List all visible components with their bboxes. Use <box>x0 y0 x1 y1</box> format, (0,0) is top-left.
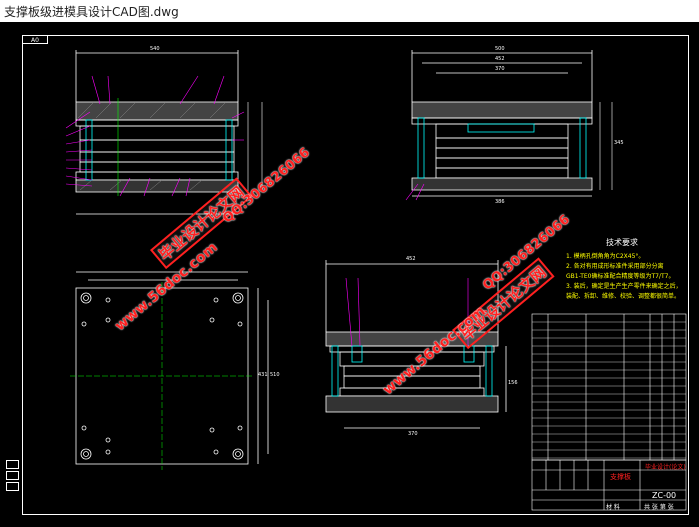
dim-top-right-mid: 452 <box>495 56 505 62</box>
dim-top-right-inner: 370 <box>495 66 505 72</box>
tech-line: GB1-TE0确标准配合精度等级为T7/T7。 <box>566 273 675 280</box>
title-block-drawing-no: ZC-00 <box>652 491 677 500</box>
dim-top-right-outer: 500 <box>495 46 505 52</box>
bom-table <box>531 313 687 461</box>
dim-bottom-right-width: 452 <box>406 256 416 262</box>
dim-bottom-left-outer: 510 <box>270 372 280 378</box>
dim-top-right-bottom: 386 <box>495 199 505 205</box>
title-block-sheet: 共 张 第 张 <box>644 504 674 511</box>
dim-bottom-right-height: 156 <box>508 380 518 386</box>
dim-bottom-left-inner: 431 <box>258 372 268 378</box>
tech-line: 1. 模柄孔倒角角为C2X45°。 <box>566 253 645 260</box>
bottom-left-view <box>75 271 269 465</box>
tech-line: 2. 各对有用成形标准件采用部分分离 <box>566 263 664 270</box>
title-block-material: 材 料 <box>606 504 620 511</box>
tech-requirements-title: 技术要求 <box>606 238 638 247</box>
title-block-school: 毕业设计(论文) <box>645 464 686 471</box>
title-block-part-name: 支撑板 <box>610 473 631 481</box>
bottom-right-view <box>325 260 507 429</box>
dim-bottom-right-base: 370 <box>408 431 418 437</box>
dim-top-right-height: 345 <box>614 140 624 146</box>
tech-line: 装配、拆卸、维修、校验、调整都很简单。 <box>566 293 681 300</box>
tech-line: 3. 装后，确定是生产生产零件来确定之后， <box>566 283 682 290</box>
top-left-view <box>75 50 239 215</box>
dim-top-left-width: 540 <box>150 46 160 52</box>
